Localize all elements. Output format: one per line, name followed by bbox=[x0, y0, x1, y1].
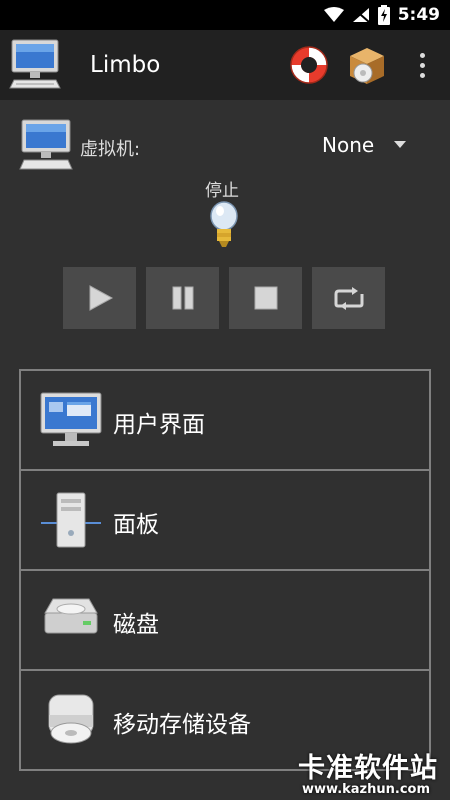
play-icon bbox=[89, 285, 113, 311]
package-cd-icon[interactable] bbox=[346, 44, 388, 86]
wifi-icon bbox=[323, 7, 344, 22]
more-dot bbox=[419, 62, 425, 68]
computer-icon bbox=[19, 119, 73, 170]
app-title: Limbo bbox=[90, 52, 161, 78]
more-vert-icon[interactable] bbox=[410, 50, 434, 80]
app-bar: Limbo bbox=[0, 30, 450, 100]
status-bar: 5:49 bbox=[0, 0, 450, 30]
vm-dropdown[interactable]: None bbox=[322, 133, 374, 157]
battery-charging-icon bbox=[377, 5, 390, 25]
settings-menu: 用户界面 面板 磁盘 移动存储设备 bbox=[19, 369, 431, 771]
help-lifebuoy-icon[interactable] bbox=[288, 44, 330, 86]
play-button[interactable] bbox=[63, 267, 136, 329]
menu-item-label: 移动存储设备 bbox=[113, 712, 251, 738]
watermark-url: www.kazhun.com bbox=[302, 782, 431, 797]
vm-controls bbox=[63, 267, 385, 329]
menu-item-panel[interactable]: 面板 bbox=[19, 469, 431, 569]
menu-item-label: 磁盘 bbox=[113, 612, 159, 638]
menu-item-disk[interactable]: 磁盘 bbox=[19, 569, 431, 669]
vm-status-text: 停止 bbox=[205, 181, 239, 201]
watermark-title: 卡准软件站 bbox=[298, 753, 438, 784]
monitor-logo-icon bbox=[9, 39, 61, 89]
stop-icon bbox=[254, 286, 277, 310]
hard-disk-icon bbox=[44, 598, 98, 634]
pause-icon bbox=[172, 286, 193, 310]
removable-storage-icon bbox=[48, 694, 94, 744]
watermark: 卡准软件站 www.kazhun.com bbox=[298, 744, 450, 800]
dropdown-arrow-icon[interactable] bbox=[394, 141, 406, 148]
pause-button[interactable] bbox=[146, 267, 219, 329]
menu-item-label: 面板 bbox=[113, 512, 159, 538]
signal-icon bbox=[352, 7, 370, 23]
restart-icon bbox=[334, 287, 363, 310]
vm-label: 虚拟机: bbox=[80, 139, 141, 160]
menu-item-user-interface[interactable]: 用户界面 bbox=[19, 369, 431, 469]
more-dot bbox=[419, 72, 425, 78]
vm-selector-row: 虚拟机: None bbox=[0, 115, 450, 175]
stop-button[interactable] bbox=[229, 267, 302, 329]
menu-item-label: 用户界面 bbox=[113, 412, 205, 438]
lightbulb-off-icon bbox=[210, 201, 238, 247]
status-icons: 5:49 bbox=[323, 0, 440, 30]
restart-button[interactable] bbox=[312, 267, 385, 329]
status-time: 5:49 bbox=[397, 5, 440, 25]
user-interface-icon bbox=[40, 392, 102, 446]
more-dot bbox=[419, 52, 425, 58]
server-board-icon bbox=[41, 492, 101, 548]
